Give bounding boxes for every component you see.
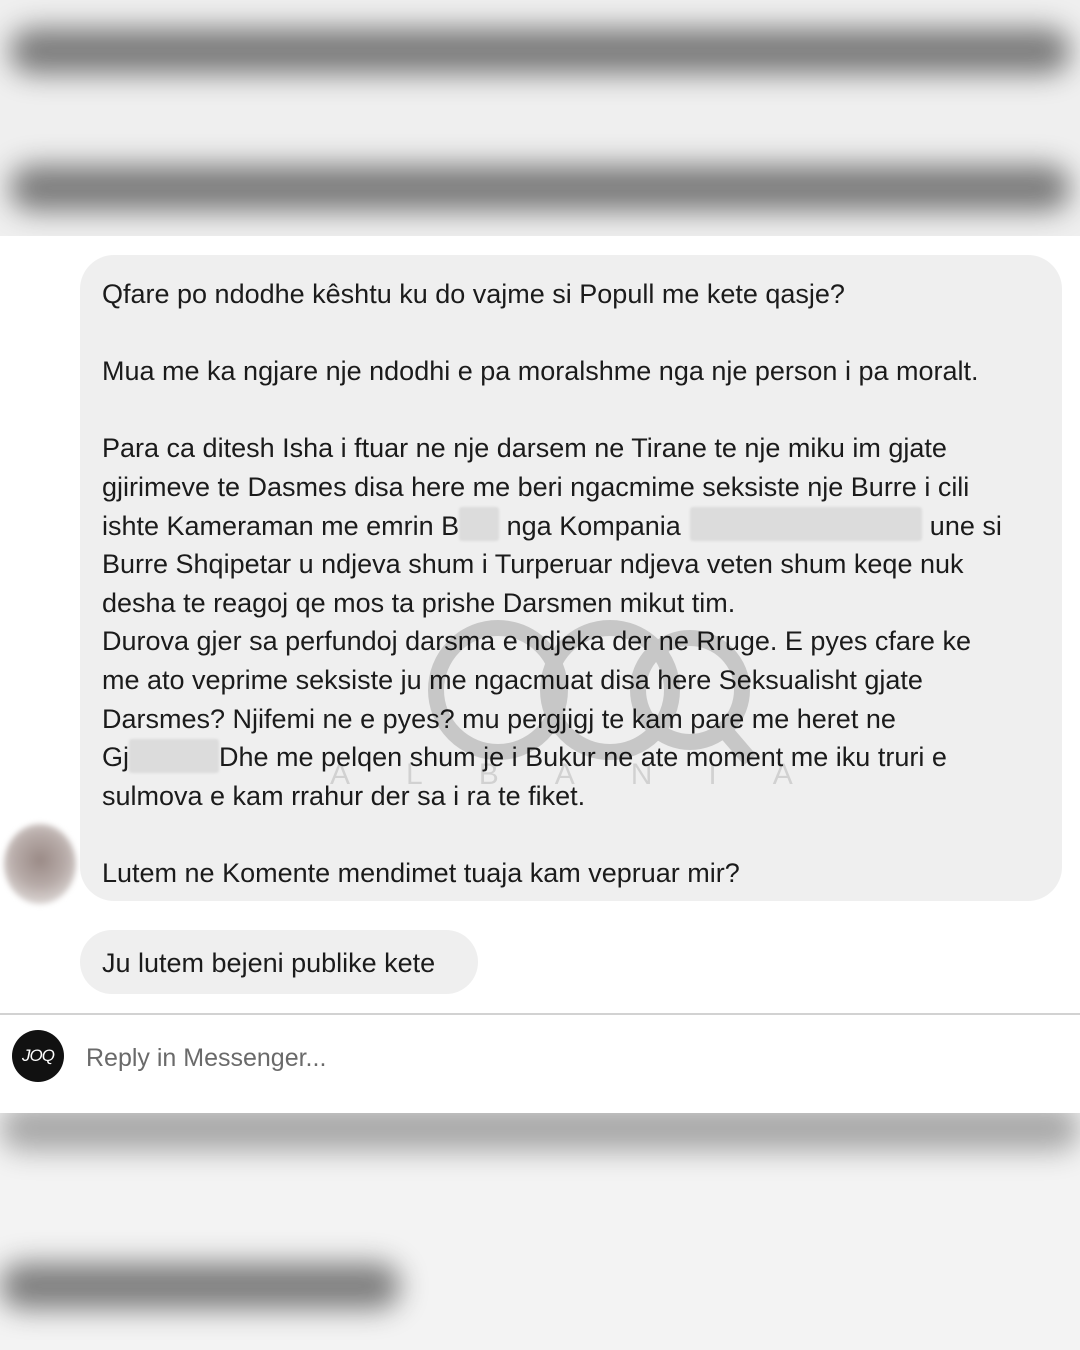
- message-line: sulmova e kam rrahur der sa i ra te fike…: [102, 780, 586, 811]
- message-line: Burre Shqipetar u ndjeva shum i Turperua…: [102, 549, 964, 580]
- message-fragment: nga Kompania: [499, 510, 689, 541]
- message-line: desha te reagoj qe mos ta prishe Darsmen…: [102, 587, 736, 618]
- message-line: Gj Dhe me pelqen shum je i Bukur ne ate m…: [102, 738, 1042, 777]
- divider: [0, 1013, 1080, 1015]
- blurred-background-bottom: [0, 1113, 1080, 1350]
- redacted-name: [459, 507, 500, 542]
- message-line: Darsmes? Njifemi ne e pyes? mu pergjigj …: [102, 703, 896, 734]
- redacted-place: [129, 739, 219, 773]
- comment-bubble-main: Qfare po ndodhe kêshtu ku do vajme si Po…: [80, 255, 1062, 901]
- redacted-company: [690, 507, 923, 542]
- blurred-text-line: [10, 165, 1070, 211]
- message-fragment: Dhe me pelqen shum je i Bukur ne ate mom…: [219, 742, 947, 773]
- message-fragment: ishte Kameraman me emrin B: [102, 510, 460, 541]
- message-line: Qfare po ndodhe kêshtu ku do vajme si Po…: [102, 279, 845, 309]
- message-fragment: Gj: [102, 742, 129, 773]
- message-line: Ju lutem bejeni publike kete: [102, 948, 436, 978]
- comment-bubble-second: Ju lutem bejeni publike kete: [80, 930, 478, 994]
- message-line: Lutem ne Komente mendimet tuaja kam vepr…: [102, 857, 740, 888]
- message-line: gjirimeve te Dasmes disa here me beri ng…: [102, 471, 970, 502]
- message-line: me ato veprime seksiste ju me ngacmuat d…: [102, 664, 923, 695]
- message-line: Mua me ka ngjare nje ndodhi e pa moralsh…: [102, 356, 979, 387]
- commenter-avatar[interactable]: [4, 824, 76, 904]
- blurred-background-top: [0, 0, 1080, 236]
- blurred-text-line: [0, 1113, 1080, 1151]
- page-avatar-logo: JOQ: [12, 1030, 64, 1082]
- message-line: Para ca ditesh Isha i ftuar ne nje darse…: [102, 433, 947, 464]
- reply-messenger-input[interactable]: [86, 1040, 686, 1076]
- blurred-text-line: [10, 28, 1070, 74]
- message-fragment: une si: [929, 510, 1002, 541]
- message-line: Durova gjer sa perfundoj darsma e ndjeka…: [102, 626, 971, 657]
- blurred-text-line: [0, 1263, 400, 1309]
- message-line: ishte Kameraman me emrin B nga Kompania …: [102, 507, 1042, 546]
